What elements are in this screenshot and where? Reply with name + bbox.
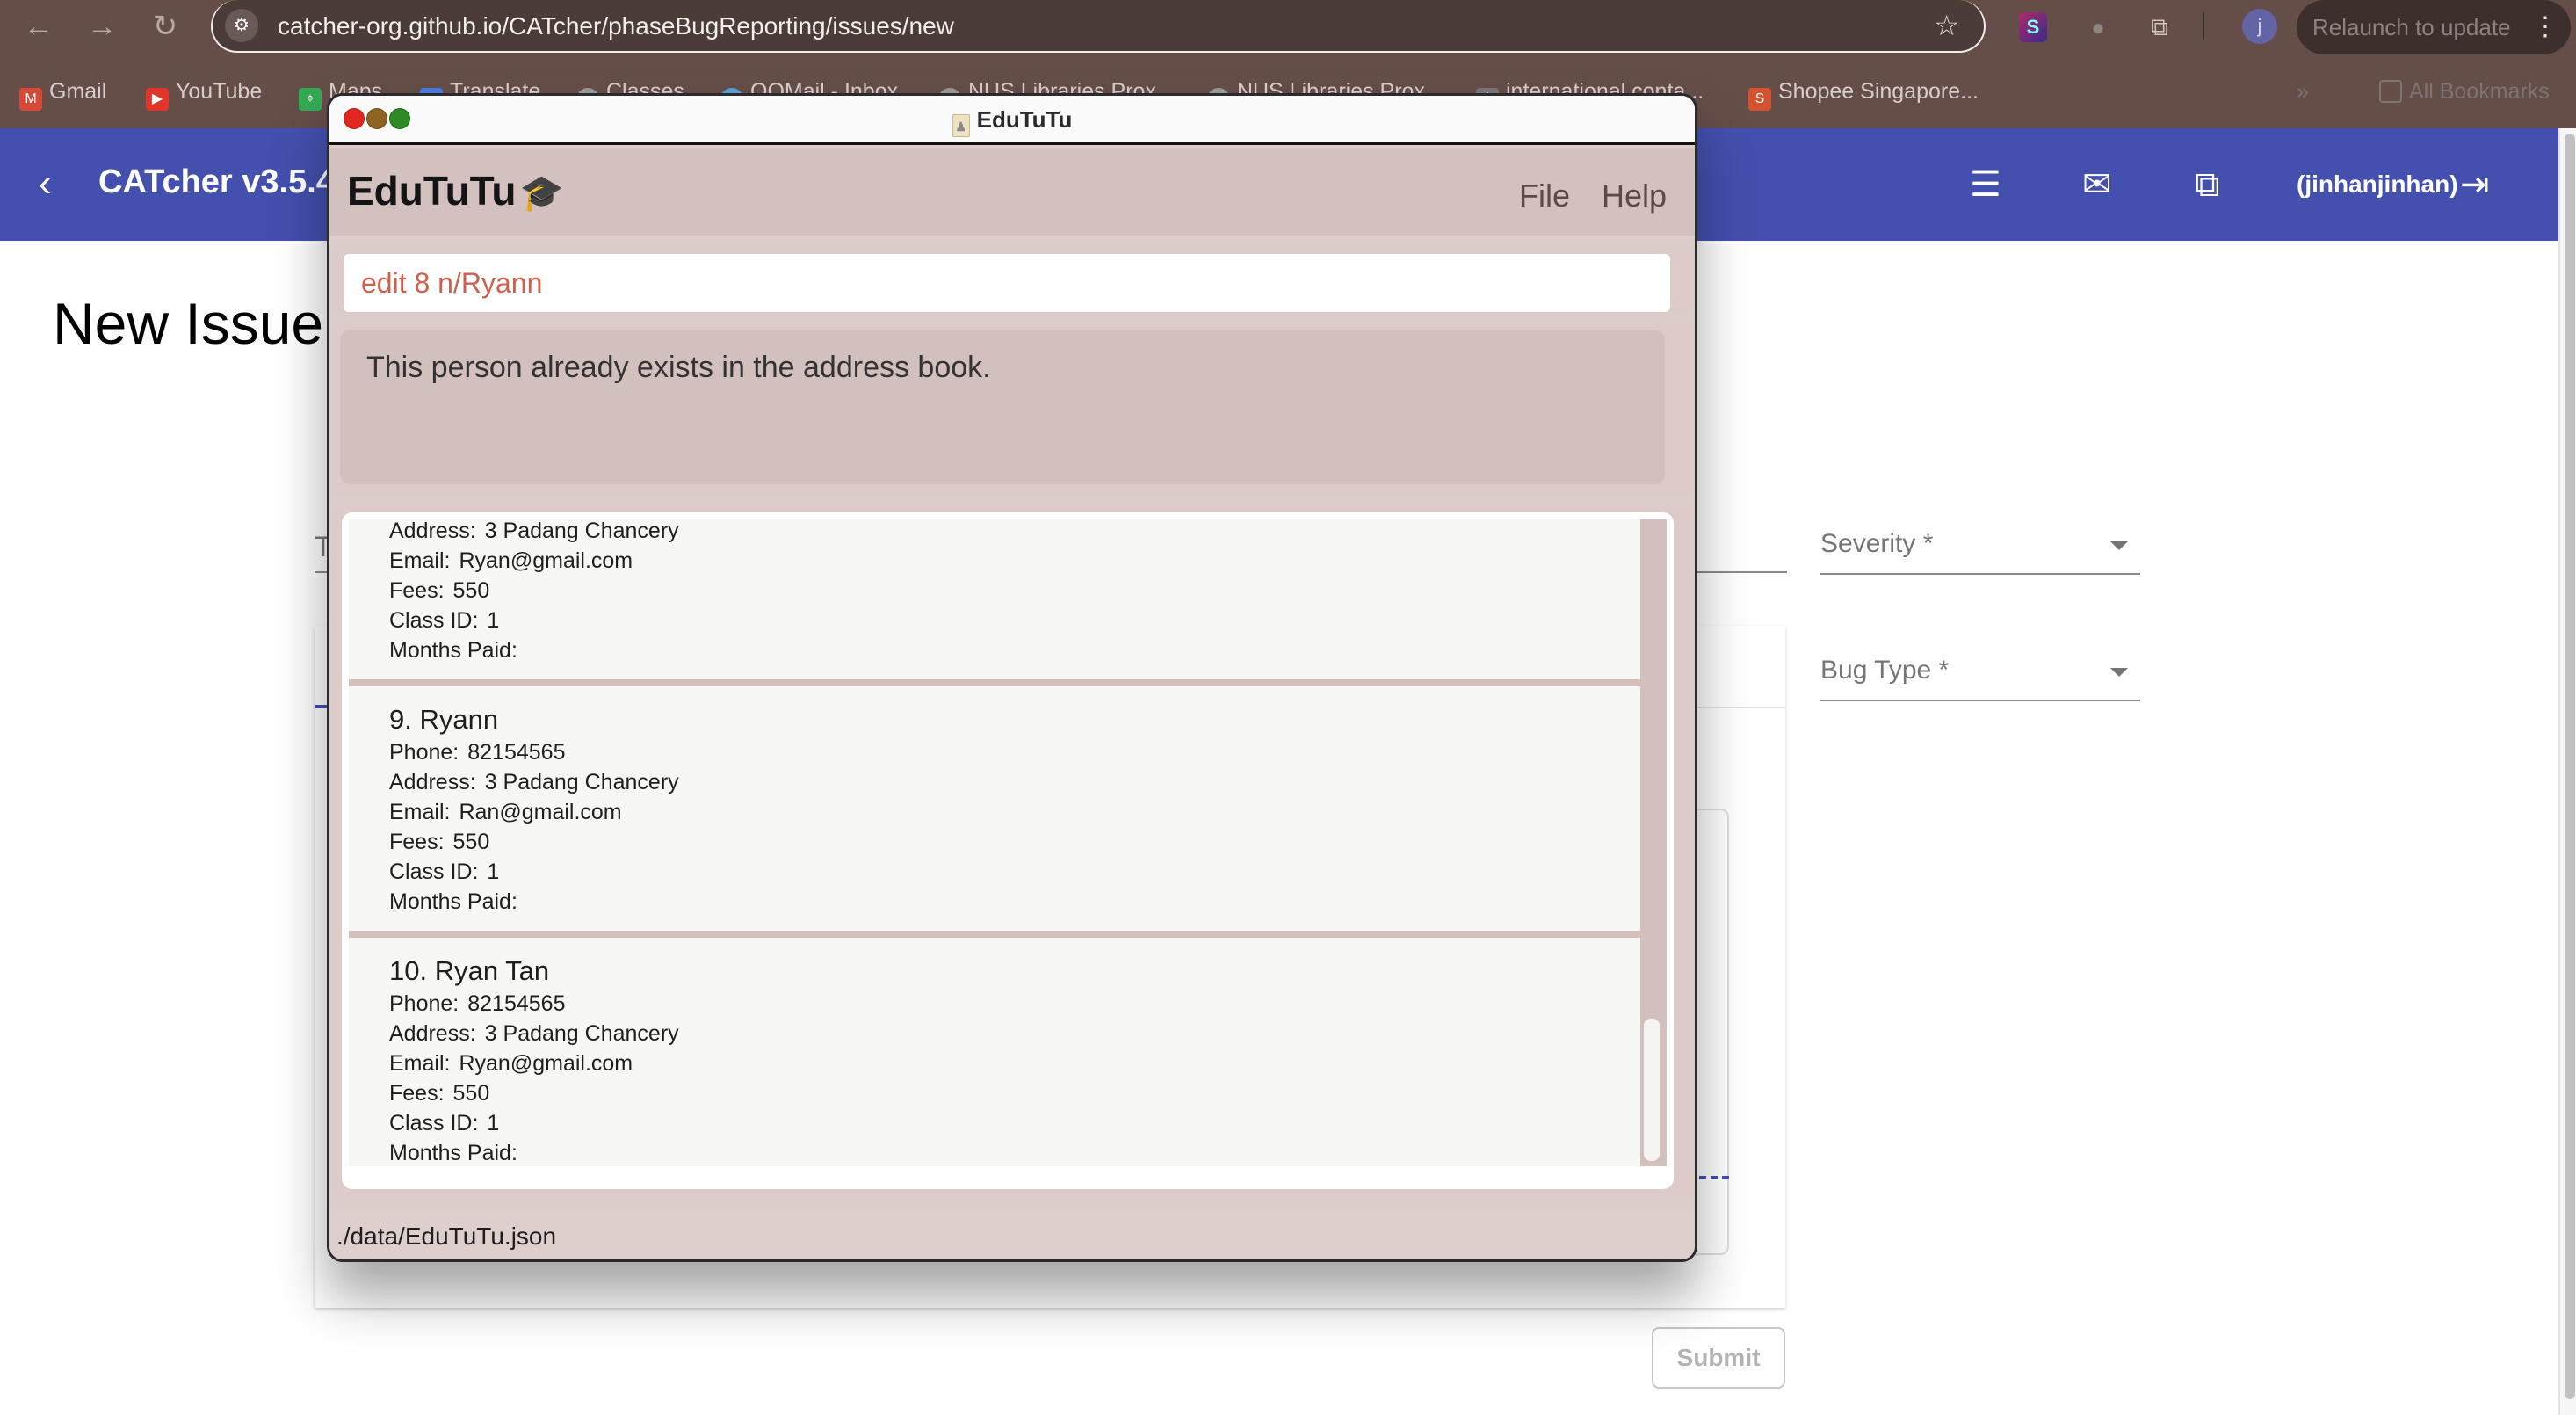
bookmark-gmail[interactable]: M Gmail (19, 74, 106, 111)
person-list-panel: Address: 3 Padang Chancery Email: Ryan@gma… (342, 512, 1674, 1189)
extension-incognito-icon[interactable]: ● (2084, 12, 2112, 42)
open-in-new-icon[interactable]: ⧉ (2195, 165, 2220, 204)
all-bookmarks-button[interactable]: All Bookmarks (2379, 74, 2550, 109)
profile-avatar[interactable]: j (2242, 9, 2277, 44)
page-title: New Issue (53, 291, 324, 356)
toolbar-divider (2203, 12, 2204, 40)
data-file-path: ./data/EduTuTu.json (336, 1223, 557, 1250)
person-card[interactable]: Address: 3 Padang Chancery Email: Ryan@gma… (349, 519, 1640, 679)
user-label: (jinhanjinhan) (2297, 171, 2458, 198)
status-bar: ./data/EduTuTu.json (329, 1210, 1695, 1259)
shopee-icon: S (1748, 88, 1771, 111)
forward-arrow-icon[interactable]: → (84, 9, 119, 44)
url-text[interactable]: catcher-org.github.io/CATcher/phaseBugRe… (278, 12, 954, 40)
menu-file[interactable]: File (1519, 178, 1570, 214)
address-bar[interactable]: ⚙ catcher-org.github.io/CATcher/phaseBug… (211, 0, 1986, 53)
window-titlebar[interactable]: ♟ EduTuTu (329, 96, 1695, 145)
folder-icon (2379, 80, 2402, 103)
back-chevron-icon[interactable]: ‹ (39, 162, 52, 206)
receipt-icon[interactable]: ☰ (1970, 165, 2001, 204)
person-list-container: Address: 3 Padang Chancery Email: Ryan@gma… (333, 504, 1693, 1198)
bug-type-label: Bug Type * (1820, 656, 1950, 685)
command-box-container (333, 243, 1693, 314)
gmail-icon: M (19, 88, 42, 111)
logout-icon[interactable]: ⇥ (2460, 165, 2490, 204)
bug-type-select[interactable]: Bug Type * (1820, 650, 2140, 701)
app-title: CATcher v3.5.4 (98, 163, 335, 200)
mail-icon[interactable]: ✉ (2082, 165, 2112, 204)
command-box (344, 254, 1670, 312)
back-arrow-icon[interactable]: ← (21, 9, 56, 44)
result-display-container: This person already exists in the addres… (333, 321, 1693, 497)
person-name: 9. Ryann (389, 704, 499, 735)
command-input[interactable] (344, 254, 1670, 312)
severity-select[interactable]: Severity * (1820, 524, 2140, 575)
reload-icon[interactable]: ↻ (148, 9, 183, 44)
dropdown-arrow-icon (2110, 668, 2128, 677)
app-menubar: EduTuTu 🎓 File Help (329, 148, 1695, 236)
person-list-scrollbar[interactable] (1640, 519, 1665, 1166)
youtube-icon: ▶ (146, 88, 169, 111)
person-list[interactable]: Address: 3 Padang Chancery Email: Ryan@gma… (349, 519, 1667, 1166)
bookmark-shopee[interactable]: S Shopee Singapore... (1748, 74, 1979, 111)
more-bookmarks-chevron-icon[interactable]: » (2297, 74, 2309, 109)
extensions-puzzle-icon[interactable]: ⧉ (2145, 12, 2174, 42)
person-card[interactable]: 9. Ryann Phone: 82154565 Address: 3 Padang… (349, 686, 1640, 931)
maps-icon: ⌖ (299, 88, 322, 111)
relaunch-button[interactable]: Relaunch to update ⋮ (2297, 0, 2571, 54)
submit-button[interactable]: Submit (1652, 1327, 1785, 1389)
app-document-icon: ♟ (952, 114, 970, 137)
menu-help[interactable]: Help (1602, 178, 1667, 214)
page-scrollbar-thumb[interactable] (2565, 134, 2575, 1399)
severity-label: Severity * (1820, 529, 1934, 558)
extension-s-icon[interactable]: S (2019, 12, 2047, 42)
window-title: EduTuTu (976, 106, 1073, 133)
more-vert-icon[interactable]: ⋮ (2532, 0, 2558, 54)
graduation-cap-icon: 🎓 (519, 174, 564, 213)
page-scrollbar[interactable] (2558, 128, 2576, 1415)
person-name: 10. Ryan Tan (389, 955, 550, 986)
dropdown-arrow-icon (2110, 541, 2128, 550)
person-card[interactable]: 10. Ryan Tan Phone: 82154565 Address: 3 Pa… (349, 938, 1640, 1166)
bookmark-star-icon[interactable]: ☆ (1934, 9, 1959, 42)
bookmark-youtube[interactable]: ▶ YouTube (146, 74, 262, 111)
result-display: This person already exists in the addres… (340, 330, 1665, 484)
site-settings-icon[interactable]: ⚙ (225, 9, 258, 42)
app-brand: EduTuTu (347, 168, 517, 214)
edututu-window: ♟EduTuTu EduTuTu🎓 File Help This person … (327, 93, 1697, 1262)
person-list-scrollbar-thumb[interactable] (1644, 1019, 1660, 1161)
relaunch-label: Relaunch to update (2312, 14, 2511, 40)
